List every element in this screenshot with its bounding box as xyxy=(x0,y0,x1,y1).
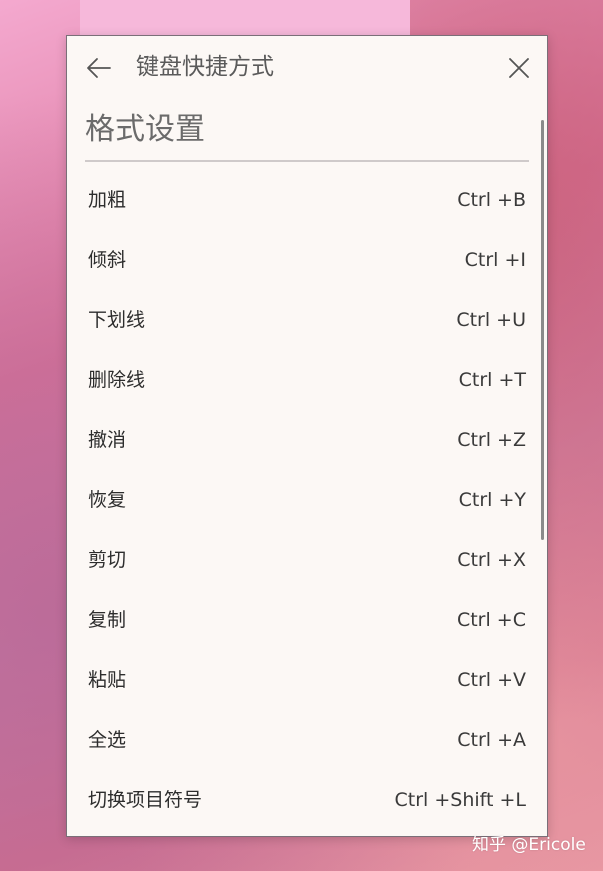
shortcut-label: 全选 xyxy=(88,729,127,751)
shortcut-keys: Ctrl +V xyxy=(457,669,526,691)
section-title: 格式设置 xyxy=(85,112,205,147)
shortcut-row-bold: 加粗 Ctrl +B xyxy=(67,170,547,230)
arrow-left-icon xyxy=(87,58,111,78)
panel-header: 键盘快捷方式 xyxy=(67,36,547,100)
shortcut-label: 粘贴 xyxy=(88,669,127,691)
shortcut-label: 恢复 xyxy=(88,489,127,511)
keyboard-shortcuts-panel: 键盘快捷方式 格式设置 加粗 Ctrl +B 倾斜 Ctrl +I 下划线 Ct… xyxy=(66,35,548,837)
watermark: 知乎 @Ericole xyxy=(472,835,586,855)
shortcut-label: 撤消 xyxy=(88,429,127,451)
back-button[interactable] xyxy=(83,52,115,84)
shortcut-label: 加粗 xyxy=(88,189,127,211)
shortcut-list: 加粗 Ctrl +B 倾斜 Ctrl +I 下划线 Ctrl +U 删除线 Ct… xyxy=(67,170,547,830)
shortcut-row-italic: 倾斜 Ctrl +I xyxy=(67,230,547,290)
shortcut-keys: Ctrl +Shift +L xyxy=(394,789,527,811)
shortcut-keys: Ctrl +A xyxy=(457,729,526,751)
shortcut-keys: Ctrl +U xyxy=(456,309,526,331)
shortcut-row-underline: 下划线 Ctrl +U xyxy=(67,290,547,350)
wallpaper-band xyxy=(80,0,410,40)
shortcut-row-select-all: 全选 Ctrl +A xyxy=(67,710,547,770)
section-divider xyxy=(85,160,529,162)
shortcut-row-paste: 粘贴 Ctrl +V xyxy=(67,650,547,710)
shortcut-keys: Ctrl +T xyxy=(458,369,526,391)
close-button[interactable] xyxy=(503,52,535,84)
shortcut-keys: Ctrl +Z xyxy=(457,429,526,451)
shortcut-label: 倾斜 xyxy=(88,249,127,271)
shortcut-label: 剪切 xyxy=(88,549,127,571)
panel-title: 键盘快捷方式 xyxy=(136,54,274,80)
shortcut-label: 下划线 xyxy=(88,309,146,331)
shortcut-row-copy: 复制 Ctrl +C xyxy=(67,590,547,650)
shortcut-keys: Ctrl +B xyxy=(457,189,526,211)
shortcut-keys: Ctrl +Y xyxy=(458,489,526,511)
scrollbar[interactable] xyxy=(541,120,544,540)
shortcut-keys: Ctrl +C xyxy=(456,609,526,631)
shortcut-label: 切换项目符号 xyxy=(88,789,203,811)
shortcut-row-redo: 恢复 Ctrl +Y xyxy=(67,470,547,530)
close-icon xyxy=(509,58,529,78)
shortcut-label: 删除线 xyxy=(88,369,146,391)
shortcut-keys: Ctrl +X xyxy=(457,549,526,571)
shortcut-row-toggle-bullets: 切换项目符号 Ctrl +Shift +L xyxy=(67,770,547,830)
shortcut-row-undo: 撤消 Ctrl +Z xyxy=(67,410,547,470)
shortcut-keys: Ctrl +I xyxy=(464,249,526,271)
shortcut-label: 复制 xyxy=(88,609,127,631)
shortcut-row-cut: 剪切 Ctrl +X xyxy=(67,530,547,590)
shortcut-row-strikethrough: 删除线 Ctrl +T xyxy=(67,350,547,410)
